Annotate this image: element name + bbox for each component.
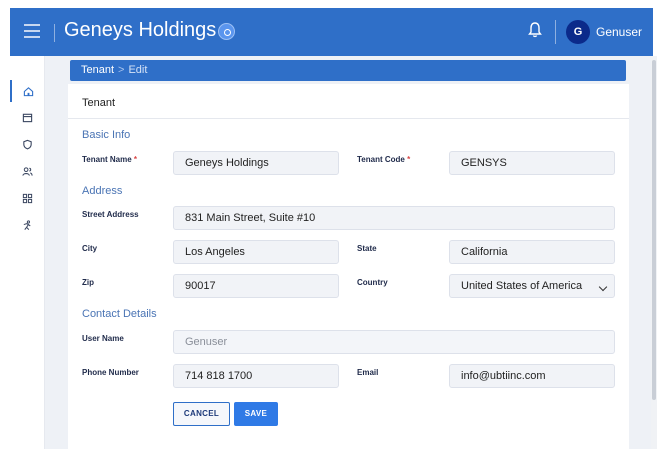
tenant-code-label: Tenant Code *: [357, 155, 411, 164]
sidebar-item-box[interactable]: [10, 106, 44, 128]
country-label: Country: [357, 278, 388, 287]
chevron-down-icon: [598, 282, 608, 292]
shield-icon: [22, 139, 32, 149]
breadcrumb: Tenant > Edit: [70, 60, 626, 81]
tenant-form-card: Tenant Basic Info Tenant Name * Geneys H…: [68, 84, 629, 449]
breadcrumb-separator: >: [118, 64, 125, 76]
cancel-button[interactable]: CANCEL: [173, 402, 230, 426]
city-input[interactable]: Los Angeles: [173, 240, 339, 264]
zip-input[interactable]: 90017: [173, 274, 339, 298]
user-name-label: User Name: [82, 334, 124, 343]
street-address-input[interactable]: 831 Main Street, Suite #10: [173, 206, 615, 230]
save-button[interactable]: SAVE: [234, 402, 278, 426]
section-address: Address: [82, 185, 123, 197]
city-label: City: [82, 244, 98, 253]
email-input[interactable]: info@ubtiinc.com: [449, 364, 615, 388]
zip-label: Zip: [82, 278, 94, 287]
email-label: Email: [357, 368, 379, 377]
users-icon: [21, 166, 33, 176]
box-icon: [22, 113, 32, 122]
state-input[interactable]: California: [449, 240, 615, 264]
phone-number-input[interactable]: 714 818 1700: [173, 364, 339, 388]
grid-icon: [22, 193, 32, 203]
username-label[interactable]: Genuser: [596, 25, 642, 39]
user-divider: [555, 20, 556, 44]
tenant-name-input[interactable]: Geneys Holdings: [173, 151, 339, 175]
bell-icon[interactable]: [528, 21, 542, 39]
header-divider: [54, 24, 55, 42]
top-header: Geneys Holdings G Genuser: [10, 8, 653, 56]
sidebar: [10, 56, 45, 449]
sidebar-item-users[interactable]: [10, 160, 44, 182]
hamburger-menu-icon[interactable]: [24, 24, 40, 38]
card-divider: [68, 118, 629, 119]
breadcrumb-current: Edit: [128, 64, 148, 76]
section-basic-info: Basic Info: [82, 129, 131, 141]
tenant-code-input[interactable]: GENSYS: [449, 151, 615, 175]
section-contact-details: Contact Details: [82, 308, 157, 320]
card-title: Tenant: [82, 97, 116, 109]
breadcrumb-parent[interactable]: Tenant: [81, 64, 114, 76]
home-icon: [23, 86, 33, 96]
person-running-icon: [23, 219, 31, 230]
country-select[interactable]: United States of America: [449, 274, 615, 298]
sidebar-item-activity[interactable]: [10, 214, 44, 236]
sidebar-item-home[interactable]: [10, 80, 44, 102]
phone-number-label: Phone Number: [82, 368, 139, 377]
compass-icon[interactable]: [218, 23, 235, 40]
sidebar-item-grid[interactable]: [10, 187, 44, 209]
app-title: Geneys Holdings: [64, 19, 217, 41]
user-name-input: Genuser: [173, 330, 615, 354]
street-address-label: Street Address: [82, 210, 139, 219]
page-scrollbar[interactable]: [651, 56, 657, 449]
sidebar-item-shield[interactable]: [10, 133, 44, 155]
scrollbar-thumb[interactable]: [652, 60, 656, 400]
main-content: Tenant > Edit Tenant Basic Info Tenant Nam…: [45, 56, 657, 449]
country-select-value: United States of America: [461, 280, 583, 292]
avatar[interactable]: G: [566, 20, 590, 44]
state-label: State: [357, 244, 377, 253]
tenant-name-label: Tenant Name *: [82, 155, 137, 164]
